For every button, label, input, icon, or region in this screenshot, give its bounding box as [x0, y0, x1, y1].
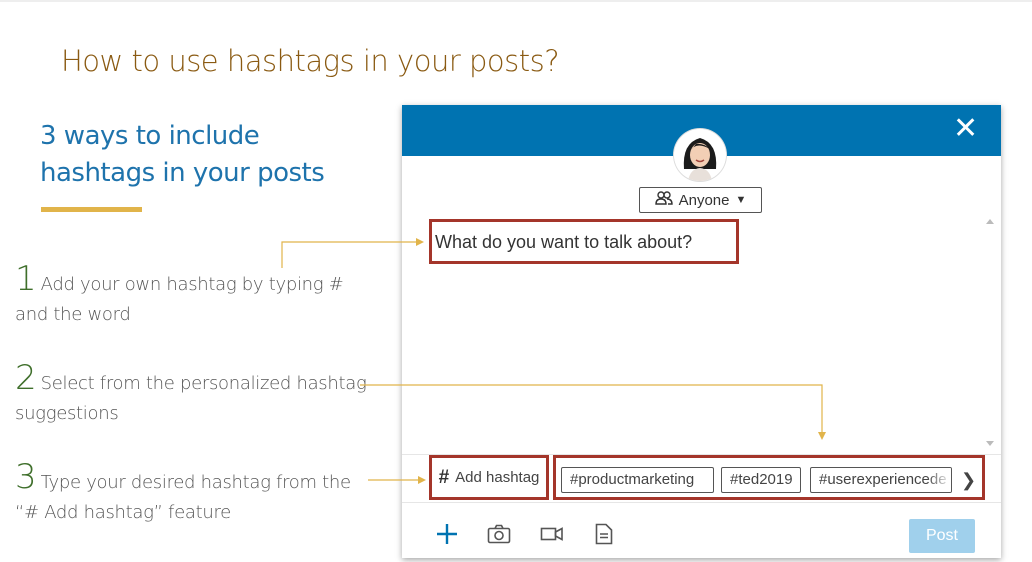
connector-step-1 [281, 238, 424, 268]
connector-step-2 [360, 384, 826, 440]
connector-step-3 [368, 476, 426, 484]
callout-connectors [281, 238, 826, 484]
